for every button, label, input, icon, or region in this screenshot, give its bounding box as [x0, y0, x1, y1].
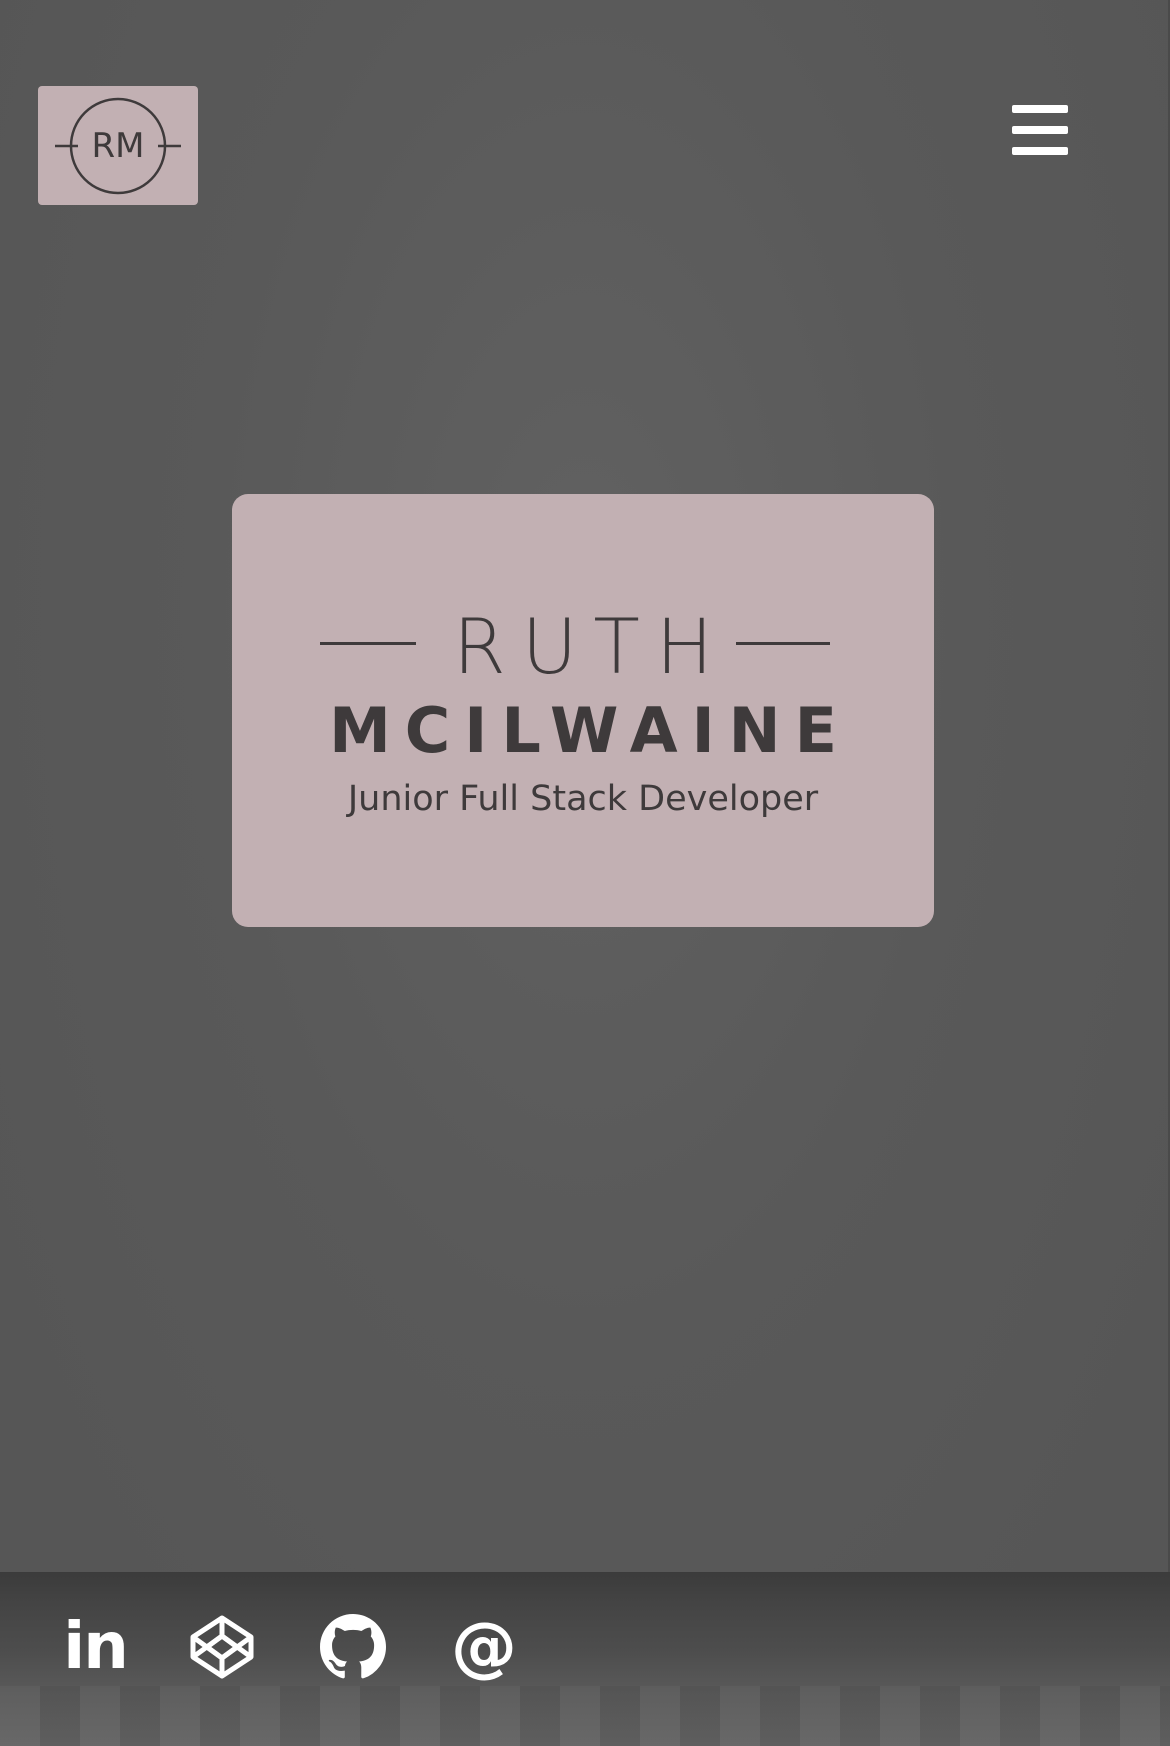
page: RM RUTH MCILWAINE Junior Full Stack Deve…: [0, 0, 1170, 1746]
job-title: Junior Full Stack Developer: [347, 779, 819, 819]
logo-monogram-icon: RM: [55, 97, 181, 194]
menu-button[interactable]: [1012, 105, 1068, 155]
linkedin-icon: in: [63, 1610, 128, 1684]
email-icon: @: [451, 1608, 517, 1685]
linkedin-link[interactable]: in: [60, 1612, 130, 1682]
last-name: MCILWAINE: [329, 694, 851, 767]
logo-monogram-text: RM: [92, 126, 145, 166]
first-name: RUTH: [452, 602, 729, 691]
site-logo[interactable]: RM: [38, 86, 198, 205]
hamburger-menu-icon: [1012, 105, 1068, 113]
codepen-link[interactable]: [187, 1612, 257, 1682]
codepen-icon: [190, 1615, 254, 1679]
github-icon: [320, 1614, 386, 1679]
email-link[interactable]: @: [449, 1612, 519, 1682]
footer: [0, 1572, 1170, 1746]
hero-card: RUTH MCILWAINE Junior Full Stack Develop…: [232, 494, 934, 927]
github-link[interactable]: [318, 1612, 388, 1682]
